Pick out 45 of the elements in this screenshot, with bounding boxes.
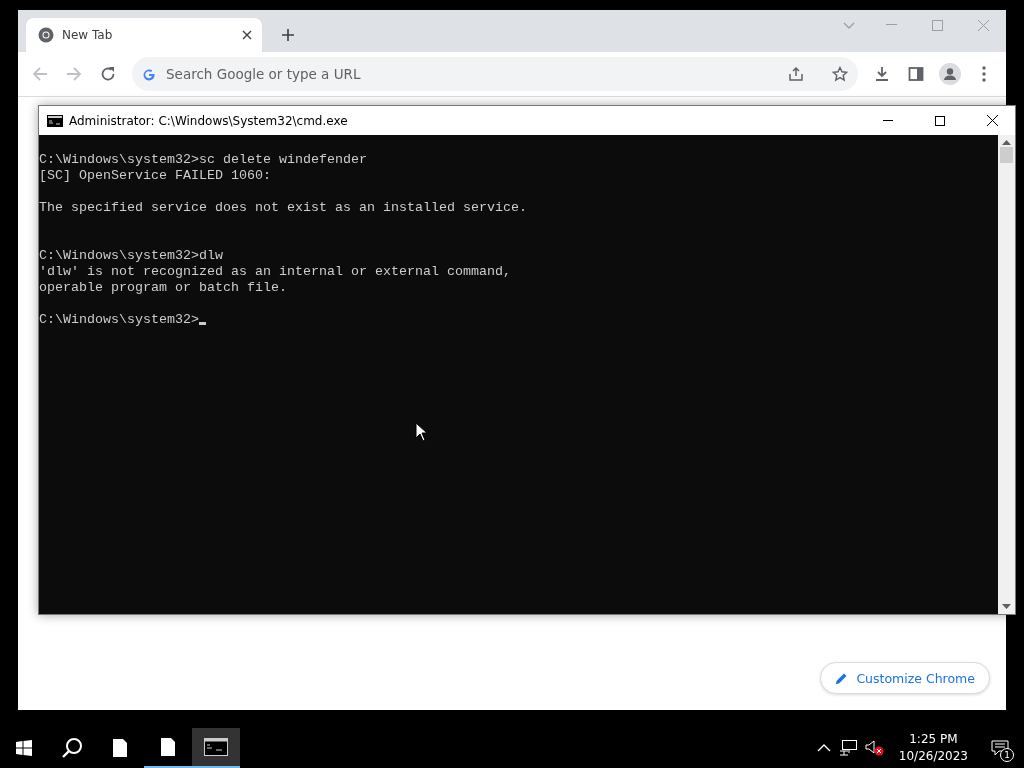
document-icon <box>112 738 128 758</box>
address-field[interactable]: Search Google or type a URL <box>164 65 780 83</box>
console-line: C:\Windows\system32>dlw <box>39 248 223 263</box>
taskbar-app[interactable] <box>192 728 240 768</box>
network-icon[interactable] <box>838 740 857 756</box>
scroll-down-icon[interactable] <box>1002 604 1011 610</box>
scroll-thumb[interactable] <box>1000 147 1013 163</box>
console-line: operable program or batch file. <box>39 280 287 295</box>
console-line: 'dlw' is not recognized as an internal or external command, <box>39 264 511 279</box>
document-icon <box>160 737 176 757</box>
clock-time: 1:25 PM <box>908 731 959 748</box>
close-icon[interactable] <box>242 30 252 40</box>
clock-date: 10/26/2023 <box>898 748 968 765</box>
address-bar[interactable]: Search Google or type a URL <box>132 57 858 91</box>
console-icon <box>204 738 228 756</box>
console-line: C:\Windows\system32> <box>39 312 199 327</box>
avatar-icon[interactable] <box>939 63 961 85</box>
reload-icon[interactable] <box>100 66 116 82</box>
google-logo-icon <box>142 67 156 81</box>
side-panel-icon[interactable] <box>908 66 924 82</box>
scrollbar[interactable] <box>998 135 1015 614</box>
console-icon <box>47 114 63 127</box>
search-icon <box>61 737 83 759</box>
console-line: The specified service does not exist as an installed service. <box>39 200 527 215</box>
chevron-up-icon[interactable] <box>816 744 831 752</box>
download-icon[interactable] <box>874 66 890 82</box>
notification-count: 1 <box>1000 748 1014 762</box>
plus-icon[interactable] <box>281 28 295 42</box>
console-line: C:\Windows\system32>sc delete windefender <box>39 152 367 167</box>
muted-speaker-icon[interactable] <box>864 740 885 756</box>
star-icon[interactable] <box>832 66 848 82</box>
share-icon[interactable] <box>788 66 804 82</box>
scroll-up-icon[interactable] <box>1002 139 1011 145</box>
menu-icon[interactable] <box>982 66 986 82</box>
close-icon[interactable] <box>986 115 998 126</box>
window-title: Administrator: C:\Windows\System32\cmd.exe <box>69 113 349 128</box>
mouse-pointer-icon <box>415 422 427 442</box>
browser-tab[interactable]: New Tab <box>26 18 262 52</box>
pencil-icon <box>835 671 849 685</box>
chrome-logo-icon <box>38 27 54 43</box>
windows-logo-icon <box>16 740 32 756</box>
console-line: [SC] OpenService FAILED 1060: <box>39 168 271 183</box>
notification-icon[interactable] <box>991 740 1009 756</box>
customize-button[interactable]: Customize Chrome <box>820 662 990 694</box>
maximize-icon[interactable] <box>935 115 945 126</box>
